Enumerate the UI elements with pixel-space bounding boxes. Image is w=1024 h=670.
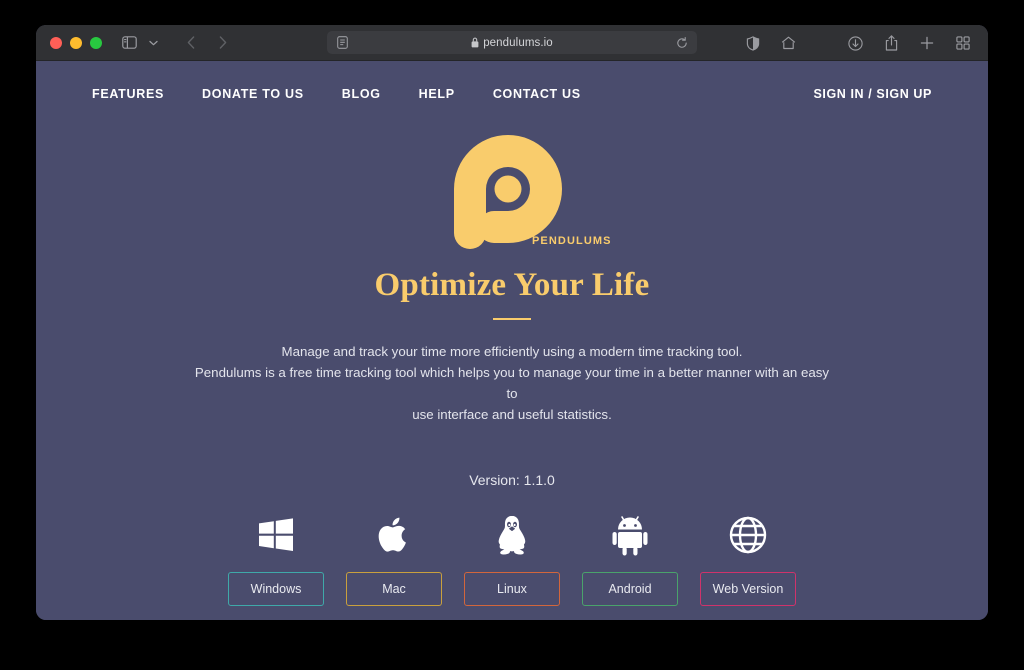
hero-description: Manage and track your time more efficien… <box>192 341 832 425</box>
android-icon <box>611 510 649 560</box>
globe-icon <box>728 510 768 560</box>
linux-icon <box>493 510 531 560</box>
description-line-3: use interface and useful statistics. <box>412 407 612 422</box>
reload-icon[interactable] <box>675 36 689 50</box>
contrast-icon[interactable] <box>742 32 764 54</box>
platform-android: Android <box>571 510 689 606</box>
download-web-button[interactable]: Web Version <box>700 572 796 606</box>
browser-window: pendulums.io FEATURES DONATE TO US BLOG … <box>36 25 988 620</box>
page-title: Optimize Your Life <box>374 267 650 303</box>
description-line-1: Manage and track your time more efficien… <box>281 344 743 359</box>
platform-windows: Windows <box>217 510 335 606</box>
back-arrow-icon[interactable] <box>180 32 202 54</box>
title-divider <box>493 318 531 320</box>
download-windows-button[interactable]: Windows <box>228 572 324 606</box>
lock-icon <box>471 37 479 48</box>
nav-item-blog[interactable]: BLOG <box>342 87 381 101</box>
zoom-window-button[interactable] <box>90 36 102 49</box>
nav-item-help[interactable]: HELP <box>419 87 455 101</box>
sidebar-toggle-icon[interactable] <box>118 32 140 54</box>
page-content: FEATURES DONATE TO US BLOG HELP CONTACT … <box>36 61 988 620</box>
brand-name: PENDULUMS <box>532 235 612 247</box>
version-label: Version: 1.1.0 <box>469 472 555 488</box>
nav-item-features[interactable]: FEATURES <box>92 87 164 101</box>
window-controls <box>50 36 102 49</box>
reader-view-icon[interactable] <box>335 36 349 50</box>
download-linux-button[interactable]: Linux <box>464 572 560 606</box>
platform-mac: Mac <box>335 510 453 606</box>
forward-arrow-icon[interactable] <box>212 32 234 54</box>
downloads-icon[interactable] <box>844 32 866 54</box>
nav-auth: SIGN IN / SIGN UP <box>813 85 932 103</box>
tab-overview-icon[interactable] <box>952 32 974 54</box>
sign-in-sign-up-link[interactable]: SIGN IN / SIGN UP <box>813 87 932 101</box>
download-platforms: Windows Mac Linux Android Web Version <box>36 510 988 606</box>
pendulums-logo: PENDULUMS <box>432 129 610 261</box>
windows-icon <box>257 510 295 560</box>
nav-links: FEATURES DONATE TO US BLOG HELP CONTACT … <box>92 87 581 101</box>
toolbar-primary-actions <box>844 25 974 61</box>
hero-section: PENDULUMS Optimize Your Life Manage and … <box>36 127 988 606</box>
chevron-down-icon[interactable] <box>142 32 164 54</box>
browser-toolbar: pendulums.io <box>36 25 988 61</box>
description-line-2: Pendulums is a free time tracking tool w… <box>194 365 830 401</box>
url-display: pendulums.io <box>349 37 675 49</box>
share-icon[interactable] <box>880 32 902 54</box>
apple-icon <box>377 510 411 560</box>
toolbar-secondary-actions <box>742 25 799 61</box>
download-android-button[interactable]: Android <box>582 572 678 606</box>
plus-icon[interactable] <box>916 32 938 54</box>
nav-item-contact-us[interactable]: CONTACT US <box>493 87 581 101</box>
url-text-value: pendulums.io <box>483 36 553 49</box>
navigation-arrows <box>180 32 234 54</box>
site-navigation: FEATURES DONATE TO US BLOG HELP CONTACT … <box>36 61 988 127</box>
nav-item-donate-to-us[interactable]: DONATE TO US <box>202 87 304 101</box>
close-window-button[interactable] <box>50 36 62 49</box>
platform-web: Web Version <box>689 510 807 606</box>
download-mac-button[interactable]: Mac <box>346 572 442 606</box>
home-icon[interactable] <box>777 32 799 54</box>
minimize-window-button[interactable] <box>70 36 82 49</box>
address-bar[interactable]: pendulums.io <box>327 31 697 54</box>
sidebar-controls <box>118 32 164 54</box>
platform-linux: Linux <box>453 510 571 606</box>
screen: pendulums.io FEATURES DONATE TO US BLOG … <box>0 0 1024 670</box>
